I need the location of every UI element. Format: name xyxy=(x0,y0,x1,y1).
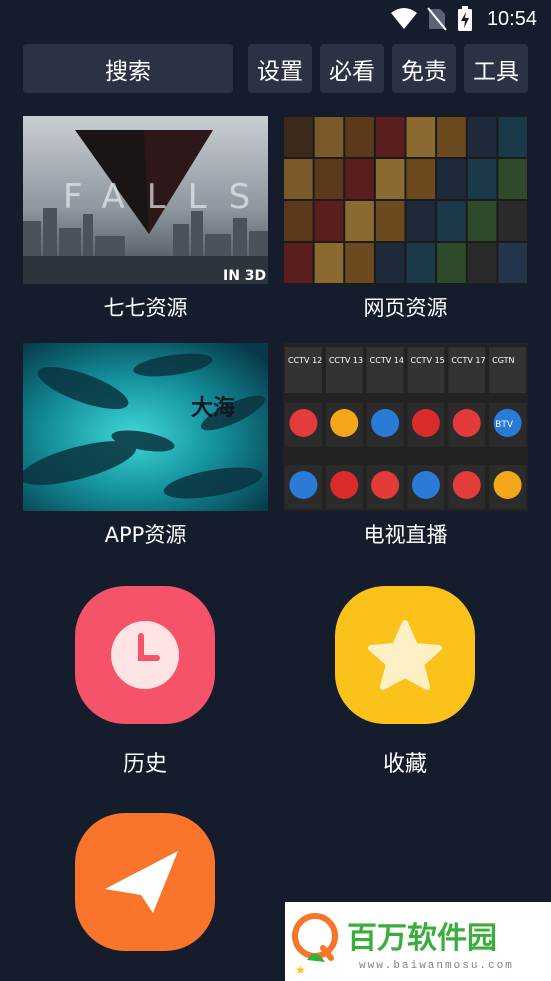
status-bar: 10:54 xyxy=(0,0,551,38)
channel-logo xyxy=(371,471,400,499)
channel-logo xyxy=(330,409,359,437)
star-icon xyxy=(368,620,442,690)
status-icons: 10:54 xyxy=(390,6,537,32)
channel-logo xyxy=(330,471,359,499)
movie-poster xyxy=(406,201,436,241)
channel-card xyxy=(325,347,363,393)
poster-badge: IN 3D xyxy=(223,268,266,284)
no-sim-icon xyxy=(427,7,447,31)
channel-logo xyxy=(411,471,440,499)
movie-poster xyxy=(467,117,497,157)
channel-card xyxy=(285,347,322,393)
channel-logo xyxy=(493,471,522,499)
movie-poster xyxy=(437,243,466,283)
tile-label: 网页资源 xyxy=(363,296,448,320)
channel-name: CCTV 14 xyxy=(370,356,404,365)
movie-poster xyxy=(406,117,436,157)
poster-title: FALLS xyxy=(63,177,268,217)
settings-button[interactable]: 设置 xyxy=(248,44,312,93)
movie-poster xyxy=(467,159,497,199)
channel-logo xyxy=(289,471,318,499)
movie-poster xyxy=(375,159,405,199)
movie-poster xyxy=(467,201,497,241)
movie-poster xyxy=(437,159,466,199)
channel-name: CCTV 12 xyxy=(288,356,322,365)
tile-thumbnail xyxy=(283,116,528,284)
poster-title: 大海 xyxy=(191,395,235,421)
movie-poster xyxy=(437,117,466,157)
movie-poster xyxy=(345,159,374,199)
movie-poster xyxy=(284,117,313,157)
movie-poster xyxy=(345,201,374,241)
wifi-icon xyxy=(390,8,417,29)
disclaimer-button[interactable]: 免责 xyxy=(392,44,456,93)
tile-label: 电视直播 xyxy=(363,523,448,547)
channel-logo xyxy=(411,409,440,437)
movie-poster xyxy=(437,201,466,241)
movie-poster xyxy=(284,201,313,241)
tile-label: APP资源 xyxy=(104,523,187,547)
clock: 10:54 xyxy=(486,7,537,30)
channel-name: BTV xyxy=(495,420,514,430)
movie-poster xyxy=(406,159,436,199)
channel-card xyxy=(489,347,526,393)
tools-button[interactable]: 工具 xyxy=(464,44,528,93)
clock-icon xyxy=(111,621,179,689)
history-button[interactable] xyxy=(75,586,215,724)
movie-poster xyxy=(406,243,436,283)
watermark-url: www.baiwanmosu.com xyxy=(359,960,514,972)
share-button[interactable] xyxy=(75,813,215,951)
movie-poster xyxy=(314,159,344,199)
tile-thumbnail: CCTV 12 CCTV 13 CCTV 14 CCTV 15 CCTV 17 CGTN B… xyxy=(283,343,528,511)
watermark-title: 百万软件园 xyxy=(347,921,497,956)
movie-poster xyxy=(498,117,527,157)
channel-logo xyxy=(452,409,481,437)
search-button[interactable]: 搜索 xyxy=(23,44,233,93)
history-label: 历史 xyxy=(122,752,167,777)
tile-label: 七七资源 xyxy=(103,296,188,320)
battery-charging-icon xyxy=(457,6,472,31)
movie-poster xyxy=(284,243,313,283)
movie-poster xyxy=(375,243,405,283)
movie-poster xyxy=(314,201,344,241)
channel-card xyxy=(366,347,404,393)
movie-poster xyxy=(498,159,527,199)
channel-name: CCTV 13 xyxy=(329,356,363,365)
channel-card xyxy=(407,347,445,393)
movie-poster xyxy=(375,117,405,157)
svg-text:★: ★ xyxy=(295,963,306,977)
channel-logo xyxy=(452,471,481,499)
tile-thumbnail: 大海 xyxy=(23,343,268,511)
movie-poster xyxy=(375,201,405,241)
movie-poster xyxy=(314,117,344,157)
favorites-button[interactable] xyxy=(335,586,475,724)
channel-card xyxy=(448,347,486,393)
movie-poster xyxy=(345,243,374,283)
movie-poster xyxy=(498,201,527,241)
movie-poster xyxy=(498,243,527,283)
movie-poster xyxy=(467,243,497,283)
movie-poster xyxy=(345,117,374,157)
channel-name: CGTN xyxy=(492,356,514,365)
tile-thumbnail: FALLS IN 3D xyxy=(23,116,268,284)
channel-name: CCTV 17 xyxy=(451,356,485,365)
movie-poster xyxy=(284,159,313,199)
channel-logo xyxy=(371,409,400,437)
channel-logo xyxy=(289,409,318,437)
watermark: ★ 百万软件园 www.baiwanmosu.com xyxy=(285,902,551,981)
channel-name: CCTV 15 xyxy=(411,356,445,365)
favorites-label: 收藏 xyxy=(382,752,427,777)
must-see-button[interactable]: 必看 xyxy=(320,44,384,93)
paper-plane-icon xyxy=(105,851,178,917)
movie-poster xyxy=(314,243,344,283)
